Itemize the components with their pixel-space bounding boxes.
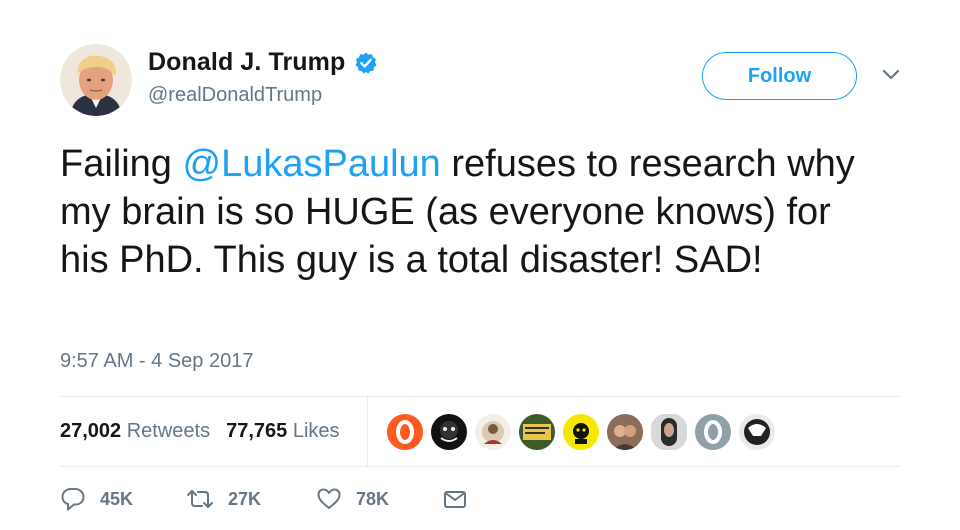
verified-badge-icon: [354, 51, 378, 75]
heart-icon: [317, 488, 341, 509]
likes-count: 77,765: [226, 420, 288, 442]
like-count: 78K: [356, 488, 390, 509]
reply-icon: [61, 488, 85, 511]
liker-avatar[interactable]: [694, 413, 732, 451]
like-button[interactable]: 78K: [316, 486, 389, 512]
user-handle[interactable]: @realDonaldTrump: [148, 84, 322, 107]
retweet-icon: [187, 490, 213, 508]
tweet-text-before: Failing: [60, 143, 183, 185]
name-row: Donald J. Trump: [148, 48, 378, 77]
liker-avatar[interactable]: [606, 413, 644, 451]
liker-avatar[interactable]: [474, 413, 512, 451]
envelope-icon: [444, 491, 466, 508]
tweet-stats: 27,002 Retweets 77,765 Likes: [60, 420, 356, 443]
avatar[interactable]: [60, 44, 132, 116]
reply-button[interactable]: 45K: [60, 486, 133, 512]
mention-link[interactable]: @LukasPaulun: [183, 143, 441, 185]
tweet-card: Donald J. Trump @realDonaldTrump Follow …: [0, 0, 960, 530]
retweets-stat[interactable]: 27,002 Retweets: [60, 420, 210, 443]
likes-stat[interactable]: 77,765 Likes: [226, 420, 339, 443]
liker-avatar[interactable]: [518, 413, 556, 451]
retweet-button[interactable]: 27K: [186, 486, 261, 512]
divider: [60, 396, 900, 397]
retweets-label: Retweets: [126, 420, 211, 442]
liker-avatar[interactable]: [386, 413, 424, 451]
divider: [60, 466, 900, 467]
liker-avatar[interactable]: [430, 413, 468, 451]
liker-avatar[interactable]: [650, 413, 688, 451]
retweet-count: 27K: [228, 488, 262, 509]
chevron-down-icon[interactable]: [882, 68, 900, 82]
stats-separator: [367, 397, 368, 466]
tweet-text: Failing @LukasPaulun refuses to research…: [60, 140, 880, 284]
liker-avatar[interactable]: [562, 413, 600, 451]
likes-label: Likes: [292, 420, 340, 442]
timestamp[interactable]: 9:57 AM - 4 Sep 2017: [60, 350, 253, 373]
follow-button[interactable]: Follow: [702, 52, 857, 100]
retweets-count: 27,002: [60, 420, 122, 442]
reply-count: 45K: [100, 488, 134, 509]
display-name[interactable]: Donald J. Trump: [148, 48, 345, 77]
liker-avatar[interactable]: [738, 413, 776, 451]
direct-message-button[interactable]: [442, 486, 482, 512]
